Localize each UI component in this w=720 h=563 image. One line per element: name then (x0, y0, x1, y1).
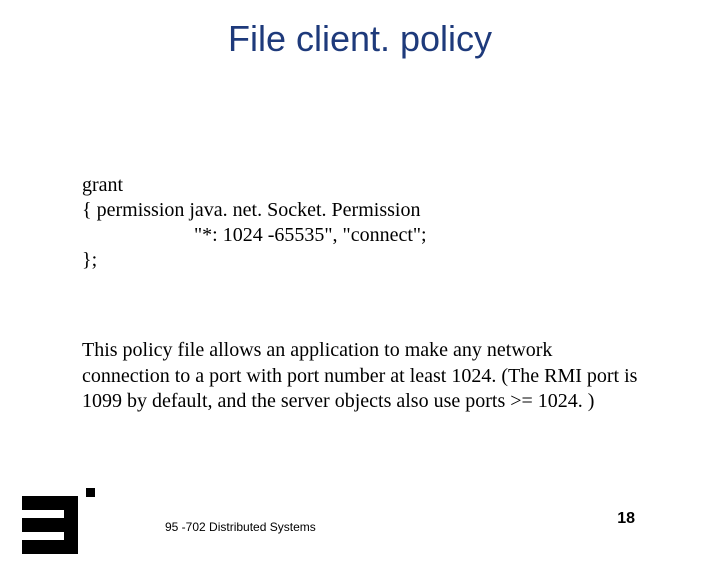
policy-code-block: grant { permission java. net. Socket. Pe… (82, 173, 427, 273)
code-line-4: }; (82, 248, 427, 273)
page-number: 18 (617, 510, 635, 528)
footer-course-label: 95 -702 Distributed Systems (165, 520, 316, 534)
code-line-1: grant (82, 173, 427, 198)
policy-description: This policy file allows an application t… (82, 338, 642, 415)
code-line-3: "*: 1024 -65535", "connect"; (82, 223, 427, 248)
code-line-2: { permission java. net. Socket. Permissi… (82, 198, 427, 223)
slide: File client. policy grant { permission j… (0, 18, 720, 558)
cmu-logo-icon (22, 488, 102, 558)
page-title: File client. policy (0, 18, 720, 60)
